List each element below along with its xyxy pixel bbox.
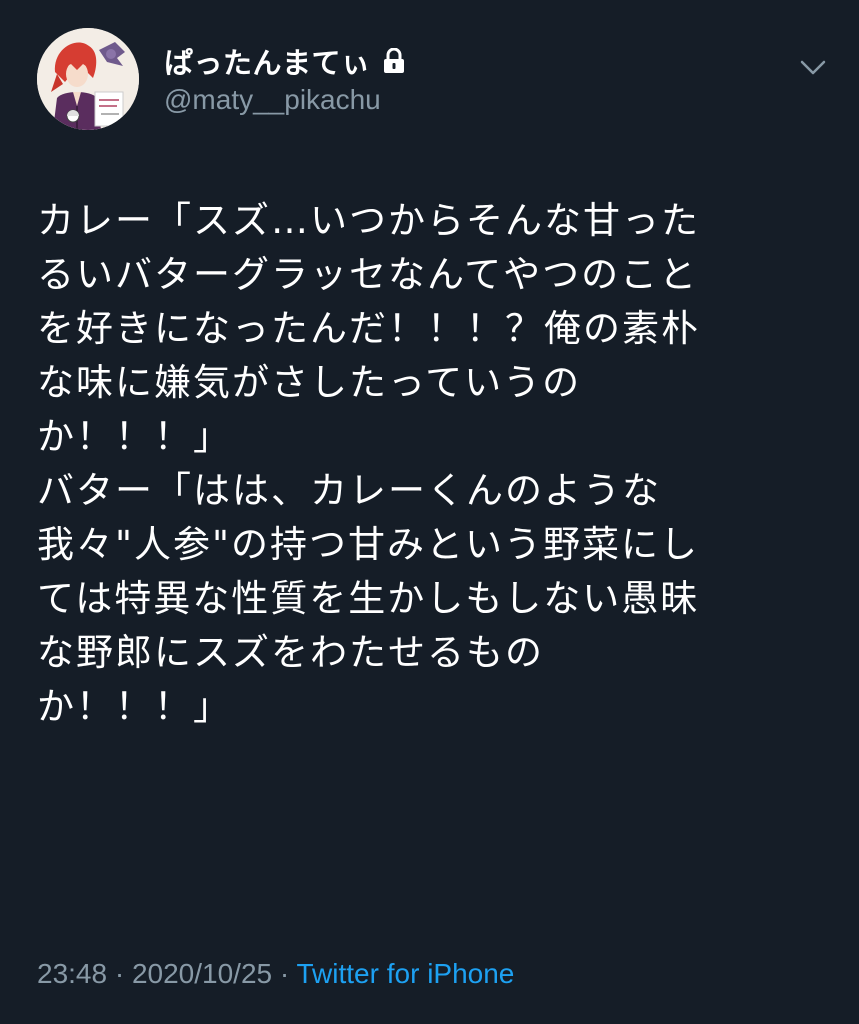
tweet-text-line: な味に嫌気がさしたっていうの [37,361,582,404]
tweet-text-line: ては特異な性質を生かしもしない愚昧 [37,577,700,620]
display-name[interactable]: ぱったんまてぃ [164,40,371,82]
tweet-time[interactable]: 23:48 [37,958,107,989]
separator: · [279,958,290,989]
tweet-text: カレー「スズ…いつからそんな甘った るいバターグラッセなんてやつのこと を好きに… [37,194,827,734]
chevron-down-icon[interactable] [798,56,828,78]
tweet-text-line: バター「はは、カレーくんのような [37,469,661,512]
tweet-text-line: を好きになったんだ！！！？俺の素朴 [37,307,700,350]
tweet-metadata: 23:48 · 2020/10/25 · Twitter for iPhone [37,958,514,990]
avatar[interactable] [37,28,139,130]
lock-icon [383,47,405,74]
tweet-text-line: か！！！」 [37,415,232,458]
tweet-text-line: 我々"人参"の持つ甘みという野菜にし [37,523,700,566]
tweet-source-link[interactable]: Twitter for iPhone [297,958,515,989]
user-handle[interactable]: @maty__pikachu [164,84,381,116]
tweet-text-line: カレー「スズ…いつからそんな甘った [37,199,700,242]
tweet-text-line: か！！！」 [37,685,232,728]
tweet-date[interactable]: 2020/10/25 [132,958,272,989]
tweet: ぱったんまてぃ @maty__pikachu カレー「スズ…いつからそんな甘った… [0,0,859,1024]
tweet-text-line: な野郎にスズをわたせるもの [37,631,544,674]
separator: · [114,958,125,989]
profile-avatar-icon [37,28,139,130]
tweet-text-line: るいバターグラッセなんてやつのこと [37,253,699,296]
display-name-row[interactable]: ぱったんまてぃ [164,40,405,82]
